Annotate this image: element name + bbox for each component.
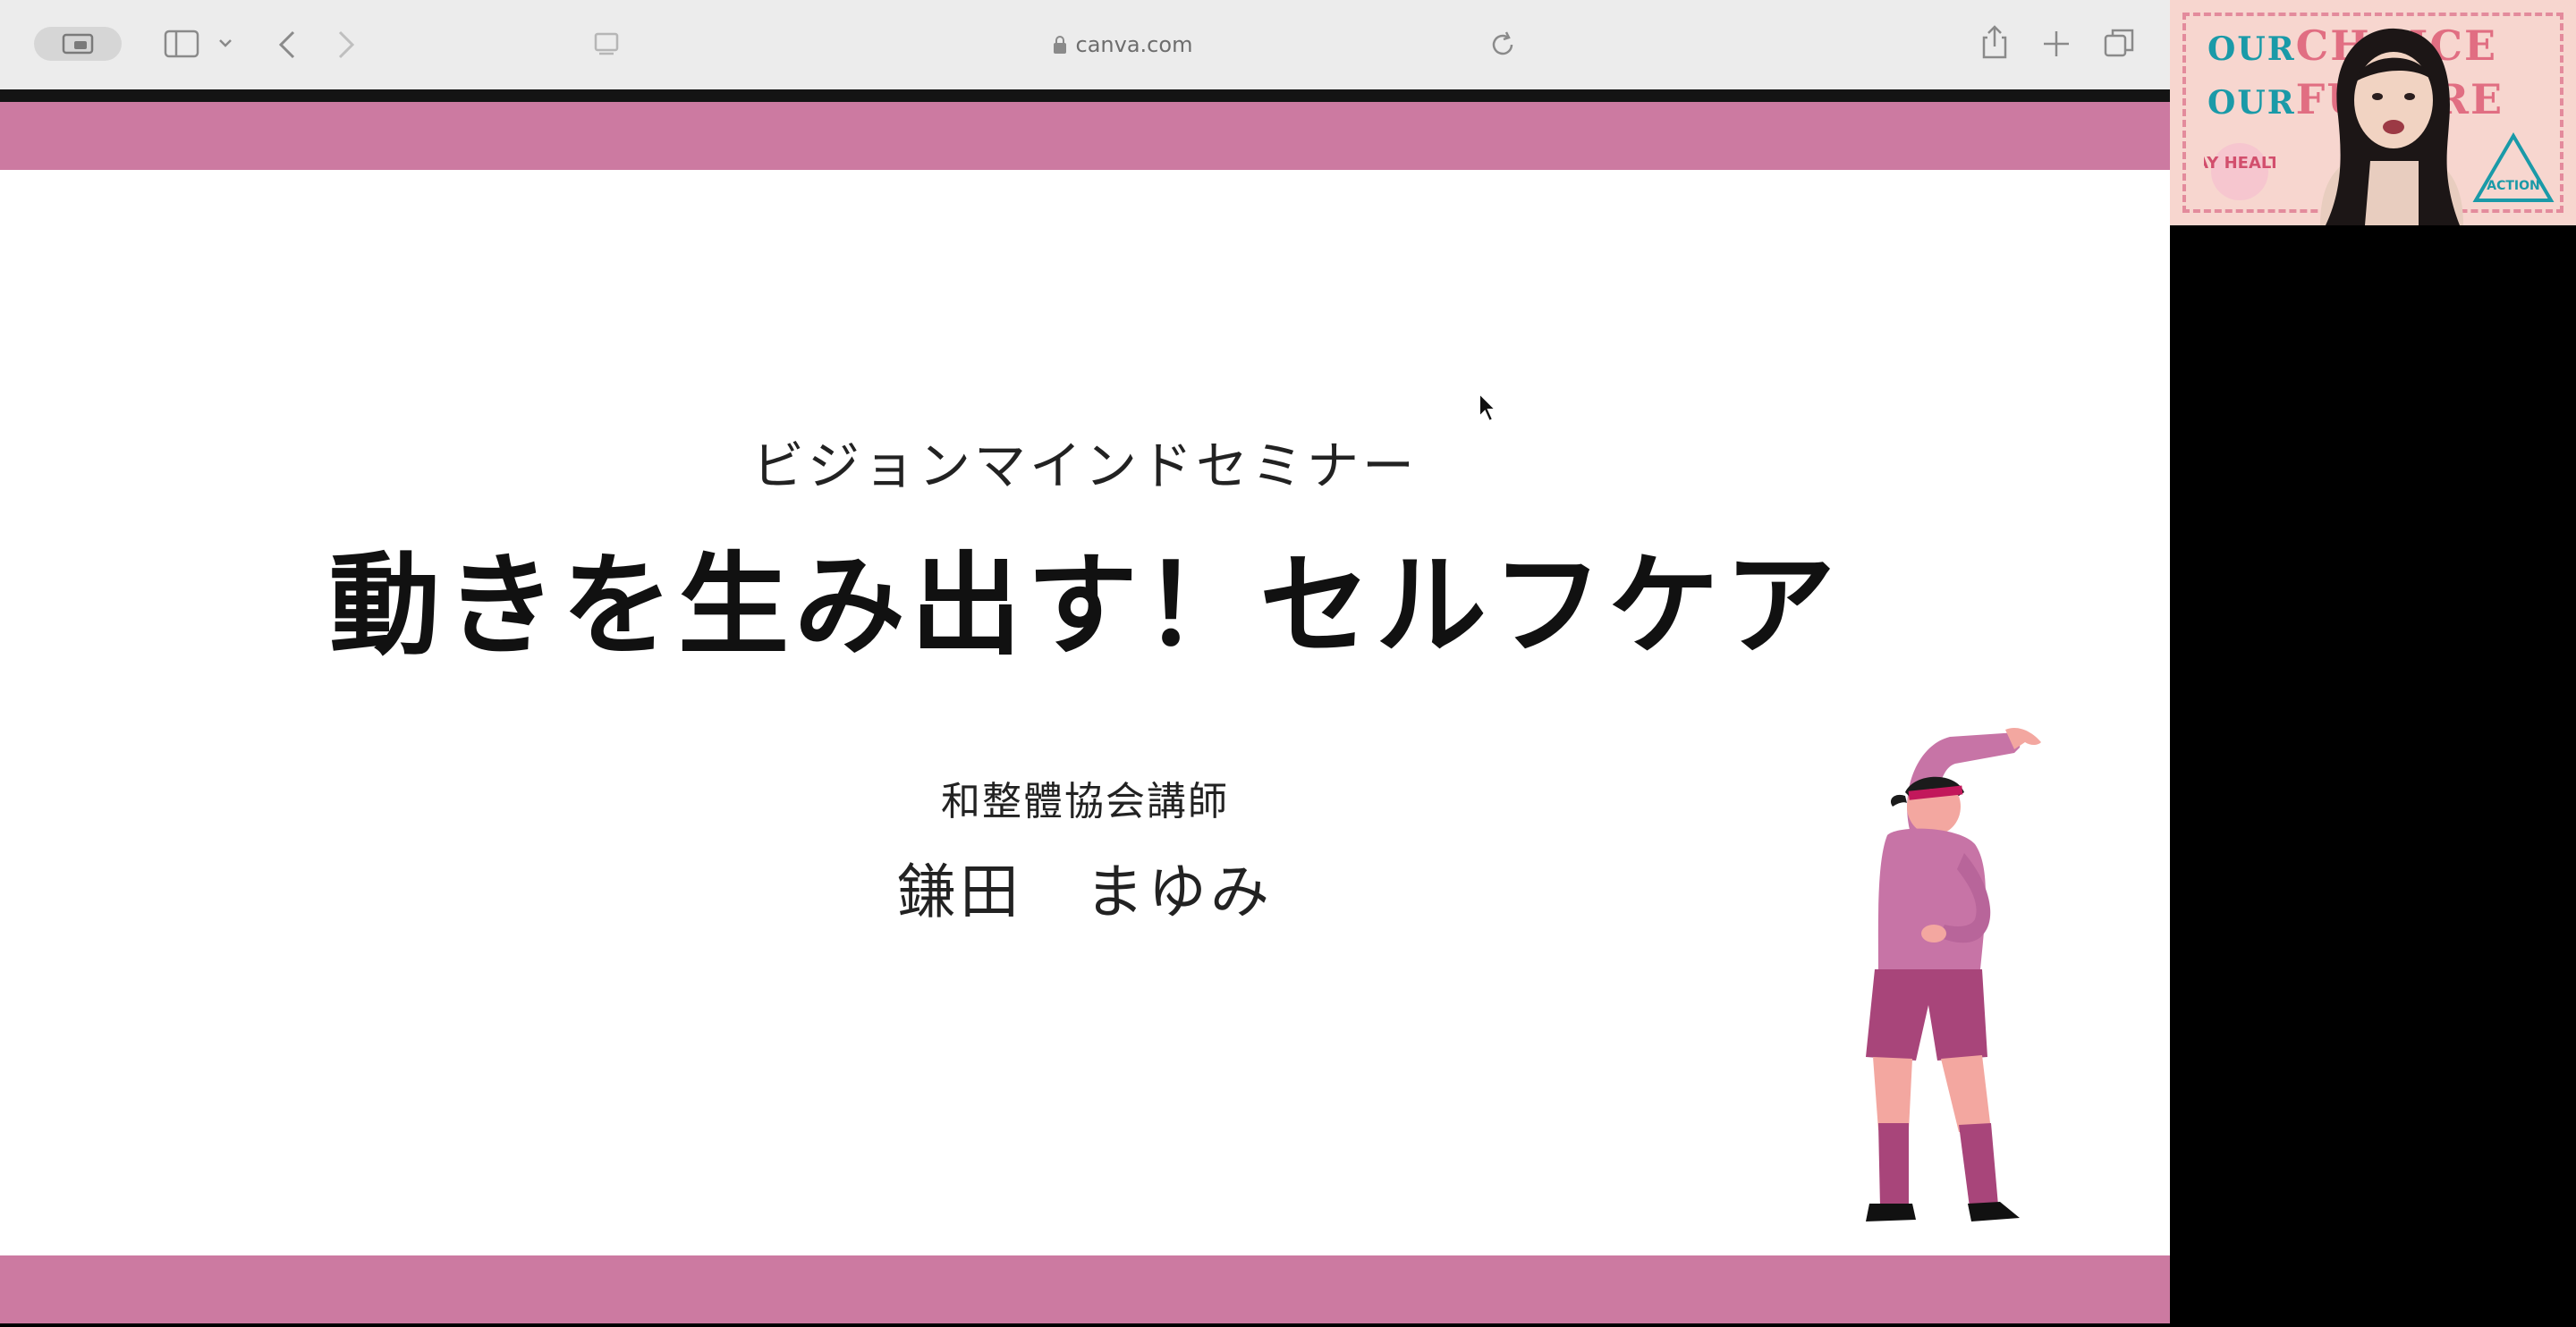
canva-header-strip (0, 89, 2170, 102)
share-icon[interactable] (1977, 21, 2012, 63)
slide-title: 動きを生み出す！セルフケア (328, 542, 1841, 671)
chevron-down-icon[interactable] (217, 32, 233, 54)
forward-icon[interactable] (333, 25, 360, 64)
new-tab-icon[interactable] (2038, 25, 2075, 63)
browser-toolbar: canva.com (0, 0, 2170, 90)
stay-healthy-badge: STAY HEALTHY (2204, 143, 2275, 200)
stretching-woman-illustration (1866, 727, 2041, 1221)
presenter-video (2320, 28, 2463, 225)
url-text: canva.com (1075, 32, 1193, 57)
presentation-slide: ビジョンマインドセミナー 動きを生み出す！セルフケア 和整體協会講師 鎌田 まゆ… (0, 102, 2170, 1323)
reload-icon[interactable] (1485, 27, 1521, 63)
extension-icon[interactable] (590, 27, 626, 61)
mouse-cursor-icon (1479, 392, 1498, 423)
profile-icon[interactable] (34, 27, 122, 61)
svg-text:STAY HEALTHY: STAY HEALTHY (2204, 154, 2275, 173)
address-bar[interactable]: canva.com (680, 23, 1565, 66)
sidebar-toggle-icon[interactable] (163, 27, 200, 61)
slide-bottom-band (0, 1255, 2170, 1323)
slide-top-band (0, 102, 2170, 170)
back-icon[interactable] (274, 25, 301, 64)
lock-icon (1053, 36, 1066, 54)
browser-window: canva.com ビジョンマインドセミナー 動きを生み出す！セルフケア 和整體… (0, 0, 2170, 1327)
slide-subtitle: ビジョンマインドセミナー (751, 435, 1418, 496)
webcam-overlay: OURCHOICE OURFUTURE STAY HEALTHY ACTION (2170, 0, 2576, 225)
tab-overview-icon[interactable] (2102, 25, 2138, 61)
